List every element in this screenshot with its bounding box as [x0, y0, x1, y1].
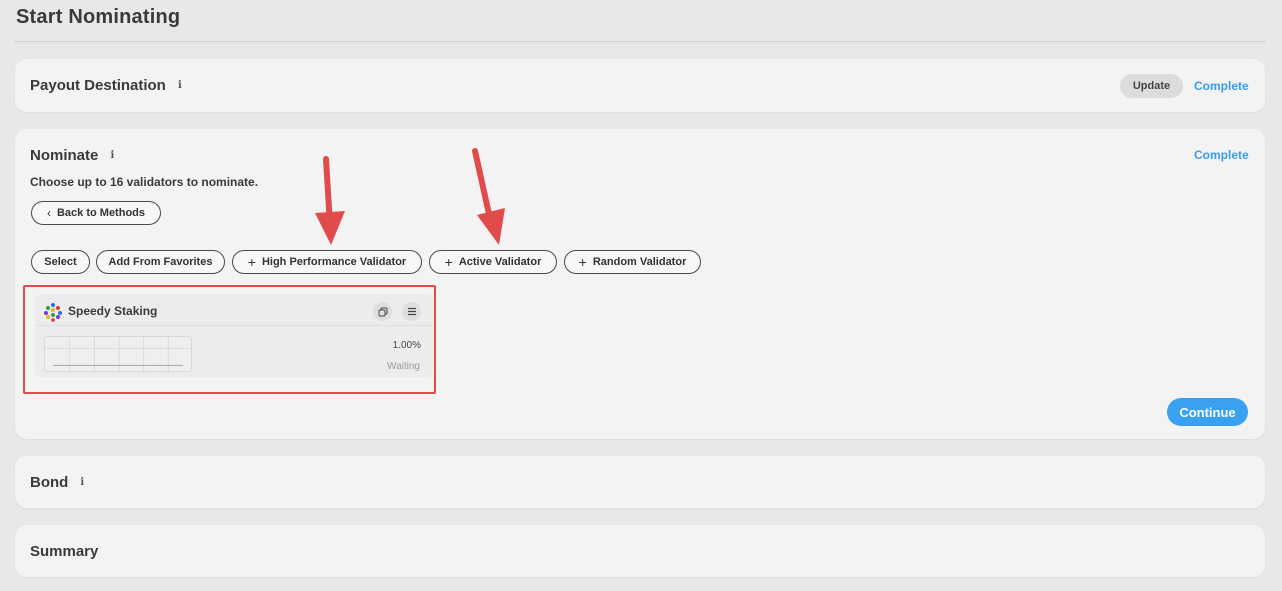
plus-icon: + — [444, 254, 453, 270]
page-title: Start Nominating — [16, 6, 181, 28]
summary-title: Summary — [30, 543, 99, 560]
active-validator-button[interactable]: + Active Validator — [429, 250, 557, 274]
annotation-arrow-icon — [315, 156, 345, 245]
back-to-methods-label: Back to Methods — [56, 207, 145, 219]
high-performance-validator-label: High Performance Validator — [261, 256, 407, 268]
continue-button[interactable]: Continue — [1167, 398, 1248, 426]
summary-card: Summary — [15, 525, 1265, 577]
bond-card: Bond i — [15, 456, 1265, 508]
nominate-subtitle: Choose up to 16 validators to nominate. — [30, 175, 259, 189]
add-from-favorites-button[interactable]: Add From Favorites — [96, 250, 225, 274]
payout-destination-card: Payout Destination i Update Complete — [15, 59, 1265, 112]
plus-icon: + — [578, 254, 587, 270]
payout-complete-status[interactable]: Complete — [1194, 79, 1249, 93]
active-validator-label: Active Validator — [458, 256, 542, 268]
nominate-header: Nominate i — [30, 147, 118, 164]
select-label: Select — [44, 256, 77, 268]
add-from-favorites-label: Add From Favorites — [108, 256, 213, 268]
random-validator-button[interactable]: + Random Validator — [564, 250, 701, 274]
info-icon[interactable]: i — [106, 150, 118, 162]
plus-icon: + — [247, 254, 256, 270]
payout-destination-title: Payout Destination — [30, 77, 166, 94]
back-to-methods-button[interactable]: ‹ Back to Methods — [31, 201, 161, 225]
title-divider — [14, 41, 1266, 42]
bond-title: Bond — [30, 474, 69, 491]
annotation-highlight-box — [23, 285, 436, 394]
select-button[interactable]: Select — [31, 250, 90, 274]
chevron-left-icon: ‹ — [46, 206, 51, 220]
annotation-arrow-icon — [472, 148, 505, 245]
nominate-title: Nominate — [30, 147, 99, 164]
random-validator-label: Random Validator — [592, 256, 687, 268]
payout-destination-header: Payout Destination i — [30, 77, 186, 94]
update-button[interactable]: Update — [1120, 74, 1183, 98]
bond-header: Bond i — [30, 474, 88, 491]
high-performance-validator-button[interactable]: + High Performance Validator — [232, 250, 422, 274]
info-icon[interactable]: i — [76, 477, 88, 489]
nominate-complete-status[interactable]: Complete — [1194, 148, 1249, 162]
info-icon[interactable]: i — [174, 80, 186, 92]
